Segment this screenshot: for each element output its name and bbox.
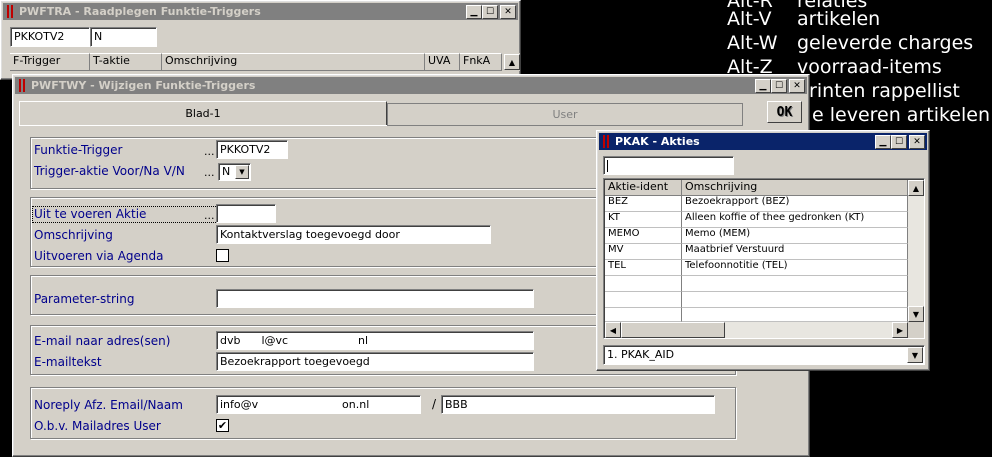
cell-ident[interactable]: MEMO	[605, 228, 682, 244]
empty-cell	[605, 308, 682, 322]
ok-button[interactable]: OK	[767, 101, 802, 123]
separator: /	[432, 397, 437, 411]
maximize-icon[interactable]: ☐	[891, 135, 907, 149]
shortcut-item: e leveren artikelen	[812, 104, 991, 126]
aktie-search-input[interactable]	[603, 156, 734, 175]
field-dots: ...	[204, 209, 215, 222]
app-icon	[7, 5, 13, 18]
maximize-icon[interactable]: ☐	[771, 79, 787, 93]
aktie-search-input[interactable]: N	[90, 27, 157, 47]
chevron-down-icon[interactable]: ▼	[235, 165, 249, 179]
email-adres-label: E-mail naar adres(sen)	[34, 334, 171, 348]
cell-ident[interactable]: MV	[605, 244, 682, 260]
column-header[interactable]: Aktie-ident	[605, 180, 682, 196]
minimize-icon[interactable]: ▁	[466, 5, 482, 19]
column-header[interactable]: F-Trigger	[10, 53, 90, 71]
cell-ident[interactable]: BEZ	[605, 196, 682, 212]
horizontal-scrollbar[interactable]: ◀ ▶	[605, 322, 908, 338]
uitvoeren-agenda-label: Uitvoeren via Agenda	[34, 249, 164, 263]
app-icon	[603, 135, 609, 148]
cell-omschrijving[interactable]: Maatbrief Verstuurd	[682, 244, 908, 260]
scroll-down-icon[interactable]: ▼	[908, 306, 924, 322]
raadplegen-window: PWFTRA - Raadplegen Funktie-Triggers ▁ ☐…	[0, 0, 521, 80]
sort-select[interactable]: 1. PKAK_AID ▼	[603, 345, 925, 365]
chevron-down-icon[interactable]: ▼	[907, 347, 923, 363]
close-icon[interactable]: ✕	[789, 79, 805, 93]
field-dots: ...	[204, 166, 215, 179]
trigger-aktie-label: Trigger-aktie Voor/Na V/N	[34, 164, 185, 178]
column-header[interactable]: Omschrijving	[162, 53, 425, 71]
maximize-icon[interactable]: ☐	[482, 5, 498, 19]
minimize-icon[interactable]: ▁	[875, 135, 891, 149]
scroll-up-icon[interactable]: ▲	[504, 54, 520, 70]
akties-list: Aktie-ident Omschrijving BEZ Bezoekrappo…	[603, 178, 925, 339]
text-cursor	[607, 160, 608, 172]
cell-ident[interactable]: KT	[605, 212, 682, 228]
empty-cell	[605, 292, 682, 308]
empty-cell	[605, 276, 682, 292]
empty-cell	[682, 308, 908, 322]
cell-ident[interactable]: TEL	[605, 260, 682, 276]
column-header[interactable]: T-aktie	[90, 53, 162, 71]
omschrijving-field[interactable]: Kontaktverslag toegevoegd door	[216, 225, 491, 244]
emailtekst-field[interactable]: Bezoekrapport toegevoegd	[216, 352, 534, 371]
app-icon	[19, 79, 25, 92]
shortcut-item: Alt-V artikelen	[727, 8, 881, 30]
checkmark-icon: ✔	[217, 419, 228, 432]
raadplegen-titlebar[interactable]: PWFTRA - Raadplegen Funktie-Triggers ▁ ☐…	[3, 3, 518, 20]
uitvoeren-agenda-checkbox[interactable]	[216, 249, 229, 262]
window-title: PWFTWY - Wijzigen Funktie-Triggers	[31, 79, 256, 92]
wijzigen-titlebar[interactable]: PWFTWY - Wijzigen Funktie-Triggers ▁ ☐ ✕	[15, 77, 807, 94]
omschrijving-label: Omschrijving	[34, 228, 113, 242]
cell-omschrijving[interactable]: Alleen koffie of thee gedronken (KT)	[682, 212, 908, 228]
scroll-right-icon[interactable]: ▶	[892, 322, 908, 338]
list-header: F-Trigger T-aktie Omschrijving UVA FnkA …	[10, 53, 520, 71]
funktie-trigger-label: Funktie-Trigger	[34, 143, 123, 157]
scroll-left-icon[interactable]: ◀	[605, 322, 621, 338]
window-title: PWFTRA - Raadplegen Funktie-Triggers	[19, 5, 261, 18]
tab-blad-1[interactable]: Blad-1	[19, 101, 387, 125]
tab-user[interactable]: User	[387, 103, 743, 125]
minimize-icon[interactable]: ▁	[755, 79, 771, 93]
funktie-trigger-field[interactable]: PKKOTV2	[216, 140, 288, 159]
scroll-corner	[908, 322, 924, 338]
cell-omschrijving[interactable]: Memo (MEM)	[682, 228, 908, 244]
scroll-up-icon[interactable]: ▲	[908, 180, 924, 196]
parameter-field[interactable]	[216, 289, 534, 308]
emailtekst-label: E-mailtekst	[34, 355, 102, 369]
scroll-thumb[interactable]	[621, 322, 725, 338]
empty-cell	[682, 292, 908, 308]
akties-window: PKAK - Akties ▁ ☐ ✕ Aktie-ident Omschrij…	[596, 130, 930, 371]
empty-cell	[682, 276, 908, 292]
trigger-search-input[interactable]: PKKOTV2	[10, 27, 90, 47]
noreply-naam-field[interactable]: BBB	[441, 395, 715, 414]
uit-te-voeren-field[interactable]	[216, 204, 276, 223]
uit-te-voeren-label: Uit te voeren Aktie	[32, 206, 218, 223]
obv-mailadres-label: O.b.v. Mailadres User	[34, 419, 161, 433]
column-header[interactable]: FnkA	[460, 53, 502, 71]
field-dots: ...	[204, 145, 215, 158]
tab-divider	[387, 125, 743, 126]
cell-omschrijving[interactable]: Bezoekrapport (BEZ)	[682, 196, 908, 212]
akties-titlebar[interactable]: PKAK - Akties ▁ ☐ ✕	[599, 133, 927, 150]
noreply-label: Noreply Afz. Email/Naam	[34, 398, 183, 412]
trigger-aktie-select[interactable]: N ▼	[218, 163, 251, 181]
close-icon[interactable]: ✕	[909, 135, 925, 149]
obv-mailadres-checkbox[interactable]: ✔	[216, 419, 229, 432]
noreply-email-field[interactable]: info@v on.nl	[216, 395, 421, 414]
column-header[interactable]: UVA	[425, 53, 460, 71]
vertical-scrollbar[interactable]: ▲ ▼	[908, 180, 924, 322]
column-header[interactable]: Omschrijving	[682, 180, 908, 196]
window-title: PKAK - Akties	[615, 135, 700, 148]
email-adres-field[interactable]: dvb l@vc nl	[216, 331, 534, 350]
close-icon[interactable]: ✕	[500, 5, 516, 19]
cell-omschrijving[interactable]: Telefoonnotitie (TEL)	[682, 260, 908, 276]
parameter-label: Parameter-string	[34, 292, 135, 306]
shortcut-item: printen rappellist	[797, 80, 960, 102]
shortcut-item: Alt-W geleverde charges	[727, 32, 974, 54]
